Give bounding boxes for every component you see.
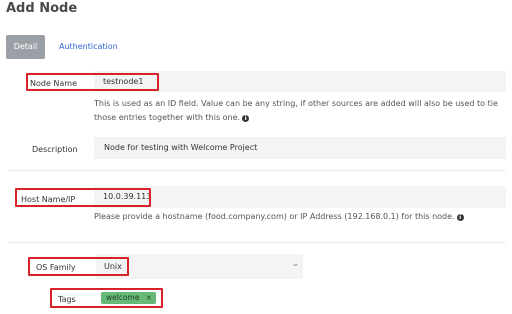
chevron-down-icon[interactable]: ⌄ [291,259,300,268]
description-input[interactable]: Node for testing with Welcome Project [104,143,257,152]
info-icon: i [242,115,250,122]
tab-authentication[interactable]: Authentication [51,35,126,59]
host-name-highlight [15,188,151,207]
node-name-highlight [26,73,159,91]
host-row-bg [94,186,506,208]
tab-detail[interactable]: Detail [6,35,45,59]
page-title: Add Node [6,1,78,16]
host-name-help: Please provide a hostname (food.company.… [94,210,506,224]
divider [8,170,506,171]
tags-highlight [50,288,163,308]
node-name-help: This is used as an ID field. Value can b… [94,99,498,122]
divider [8,242,506,243]
os-family-highlight [28,257,129,276]
tab-bar: Detail Authentication [6,35,126,59]
description-label: Description [32,145,78,154]
info-icon: i [456,214,464,221]
